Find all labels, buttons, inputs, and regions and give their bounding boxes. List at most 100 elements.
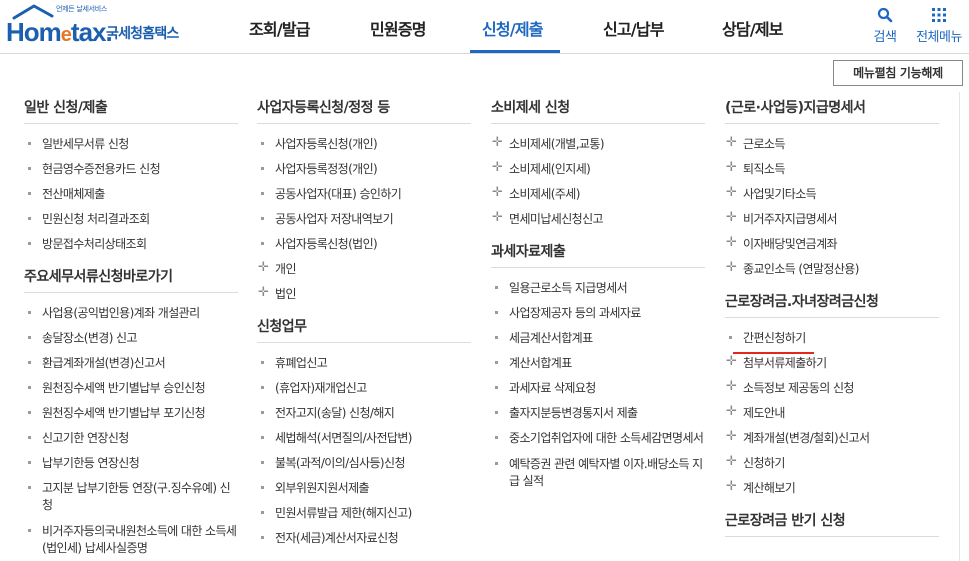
gnb-apply-submit[interactable]: 신청/제출 <box>482 16 544 40</box>
menu-item[interactable]: 예탁증권 관련 예탁자별 이자.배당소득 지급 실적 <box>491 451 705 494</box>
gnb-consult-report[interactable]: 상담/제보 <box>722 16 784 40</box>
plus-cross-icon: ✛ <box>726 135 737 150</box>
menu-item[interactable]: 환급계좌개설(변경)신고서 <box>24 350 238 375</box>
plus-cross-icon: ✛ <box>726 185 737 200</box>
menu-item-expandable[interactable]: ✛ 계좌개설(변경/철회)신고서 <box>725 425 939 450</box>
menu-item-expandable[interactable]: ✛ 비거주자지급명세서 <box>725 206 939 231</box>
menu-item[interactable]: 중소기업취업자에 대한 소득세감면명세서 <box>491 425 705 451</box>
menu-item[interactable]: 불복(과적/이의/심사등)신청 <box>257 450 471 475</box>
menu-item[interactable]: 신고기한 연장신청 <box>24 425 238 450</box>
menu-expand-disable-button[interactable]: 메뉴펼침 기능해제 <box>833 60 963 86</box>
plus-cross-icon: ✛ <box>726 379 737 394</box>
plus-cross-icon: ✛ <box>726 404 737 419</box>
menu-item[interactable]: 사업장제공자 등의 과세자료 <box>491 300 705 325</box>
bullet-square-icon <box>495 336 498 339</box>
bullet-square-icon <box>28 142 31 145</box>
menu-item[interactable]: 전자고지(송달) 신청/해지 <box>257 400 471 425</box>
menu-item[interactable]: 사업자등록신청(개인) <box>257 131 471 156</box>
section-title: 소비제세 신청 <box>491 96 705 124</box>
highlight-underline <box>733 352 814 354</box>
menu-item[interactable]: 전산매체제출 <box>24 181 238 206</box>
section-title: 과세자료제출 <box>491 240 705 268</box>
bullet-square-icon <box>261 217 264 220</box>
menu-item-expandable[interactable]: ✛ 소비제세(주세) <box>491 181 705 206</box>
menu-item[interactable]: 원천징수세액 반기별납부 승인신청 <box>24 375 238 400</box>
menu-item-expandable[interactable]: ✛ 근로소득 <box>725 131 939 156</box>
column-excise-tax: 소비제세 신청 ✛ 소비제세(개별,교통) ✛ 소비제세(인지세) ✛ 소비제세(주세… <box>491 96 705 494</box>
menu-item[interactable]: 사업자등록정정(개인) <box>257 156 471 181</box>
all-menu-label: 전체메뉴 <box>916 30 962 45</box>
menu-item[interactable]: 방문접수처리상태조회 <box>24 231 238 256</box>
bullet-square-icon <box>261 167 264 170</box>
bullet-square-icon <box>495 361 498 364</box>
menu-item[interactable]: 세금계산서합계표 <box>491 325 705 350</box>
plus-cross-icon: ✛ <box>492 210 503 225</box>
menu-item[interactable]: 비거주자등의국내원천소득에 대한 소득세(법인세) 납세사실증명 <box>24 518 238 561</box>
menu-item[interactable]: 전자(세금)계산서자료신청 <box>257 525 471 550</box>
menu-item[interactable]: 휴폐업신고 <box>257 350 471 375</box>
bullet-square-icon <box>261 461 264 464</box>
all-menu-button[interactable]: 전체메뉴 <box>912 6 966 45</box>
bullet-square-icon <box>261 486 264 489</box>
bullet-square-icon <box>495 462 498 465</box>
scrollbar-track <box>959 92 960 561</box>
plus-cross-icon: ✛ <box>258 285 269 300</box>
menu-item[interactable]: 일반세무서류 신청 <box>24 131 238 156</box>
menu-item[interactable]: 사업용(공익법인용)계좌 개설관리 <box>24 300 238 325</box>
bullet-square-icon <box>28 192 31 195</box>
menu-item-expandable[interactable]: ✛ 소비제세(개별,교통) <box>491 131 705 156</box>
menu-item-expandable[interactable]: ✛ 법인 <box>257 281 471 306</box>
menu-item[interactable]: 일용근로소득 지급명세서 <box>491 275 705 300</box>
section-title: (근로·사업등)지급명세서 <box>725 96 939 124</box>
bullet-square-icon <box>495 386 498 389</box>
bullet-square-icon <box>28 217 31 220</box>
menu-item[interactable]: 출자지분등변경통지서 제출 <box>491 400 705 425</box>
section-title: 신청업무 <box>257 315 471 343</box>
gnb-report-pay[interactable]: 신고/납부 <box>603 16 665 40</box>
gnb-civil-certificate[interactable]: 민원증명 <box>370 16 426 40</box>
menu-item[interactable]: 현금영수증전용카드 신청 <box>24 156 238 181</box>
menu-item[interactable]: 고지분 납부기한등 연장(구.징수유예) 신청 <box>24 475 238 518</box>
menu-item[interactable]: 원천징수세액 반기별납부 포기신청 <box>24 400 238 425</box>
menu-item-expandable[interactable]: ✛ 사업및기타소득 <box>725 181 939 206</box>
menu-item-expandable[interactable]: ✛ 퇴직소득 <box>725 156 939 181</box>
bullet-square-icon <box>261 361 264 364</box>
section-title: 근로장려금 반기 신청 <box>725 509 939 537</box>
top-header: 언제든 날세서비스 Hometax. 국세청홈택스 조회/발급 민원증명 신청/… <box>0 0 969 54</box>
menu-item-expandable[interactable]: ✛ 제도안내 <box>725 400 939 425</box>
menu-item-expandable[interactable]: ✛ 신청하기 <box>725 450 939 475</box>
menu-item-expandable[interactable]: ✛ 계산해보기 <box>725 475 939 500</box>
menu-item[interactable]: 공동사업자 저장내역보기 <box>257 206 471 231</box>
menu-item[interactable]: 납부기한등 연장신청 <box>24 450 238 475</box>
bullet-square-icon <box>28 311 31 314</box>
bullet-square-icon <box>28 411 31 414</box>
hometax-logo[interactable]: 언제든 날세서비스 Hometax. 국세청홈택스 <box>4 4 194 48</box>
search-label: 검색 <box>873 30 897 45</box>
gnb-lookup-issue[interactable]: 조회/발급 <box>249 16 311 40</box>
bullet-square-icon <box>28 436 31 439</box>
menu-item-expandable[interactable]: ✛ 소득정보 제공동의 신청 <box>725 375 939 400</box>
menu-item[interactable]: 계산서합계표 <box>491 350 705 375</box>
plus-cross-icon: ✛ <box>726 479 737 494</box>
menu-item-simple-apply[interactable]: 간편신청하기 <box>725 325 939 350</box>
menu-item-expandable[interactable]: ✛ 이자배당및연금계좌 <box>725 231 939 256</box>
menu-item[interactable]: 과세자료 삭제요청 <box>491 375 705 400</box>
plus-cross-icon: ✛ <box>726 210 737 225</box>
search-button[interactable]: 검색 <box>868 6 902 45</box>
menu-item[interactable]: 민원신청 처리결과조회 <box>24 206 238 231</box>
menu-item-expandable[interactable]: ✛ 소비제세(인지세) <box>491 156 705 181</box>
menu-item[interactable]: 외부위원지원서제출 <box>257 475 471 500</box>
menu-item-expandable[interactable]: ✛ 면세미납세신청신고 <box>491 206 705 231</box>
plus-cross-icon: ✛ <box>726 429 737 444</box>
column-general: 일반 신청/제출 일반세무서류 신청 현금영수증전용카드 신청 전산매체제출 민… <box>24 96 238 561</box>
logo-tagline: 언제든 날세서비스 <box>56 5 108 13</box>
bullet-square-icon <box>495 411 498 414</box>
menu-item-expandable[interactable]: ✛ 개인 <box>257 256 471 281</box>
menu-item[interactable]: 민원서류발급 제한(해지신고) <box>257 500 471 525</box>
menu-item-expandable[interactable]: ✛ 종교인소득 (연말정산용) <box>725 256 939 281</box>
menu-item[interactable]: 송달장소(변경) 신고 <box>24 325 238 350</box>
menu-item[interactable]: 공동사업자(대표) 승인하기 <box>257 181 471 206</box>
menu-item[interactable]: 세법해석(서면질의/사전답변) <box>257 425 471 450</box>
menu-item[interactable]: (휴업자)재개업신고 <box>257 375 471 400</box>
menu-item[interactable]: 사업자등록신청(법인) <box>257 231 471 256</box>
